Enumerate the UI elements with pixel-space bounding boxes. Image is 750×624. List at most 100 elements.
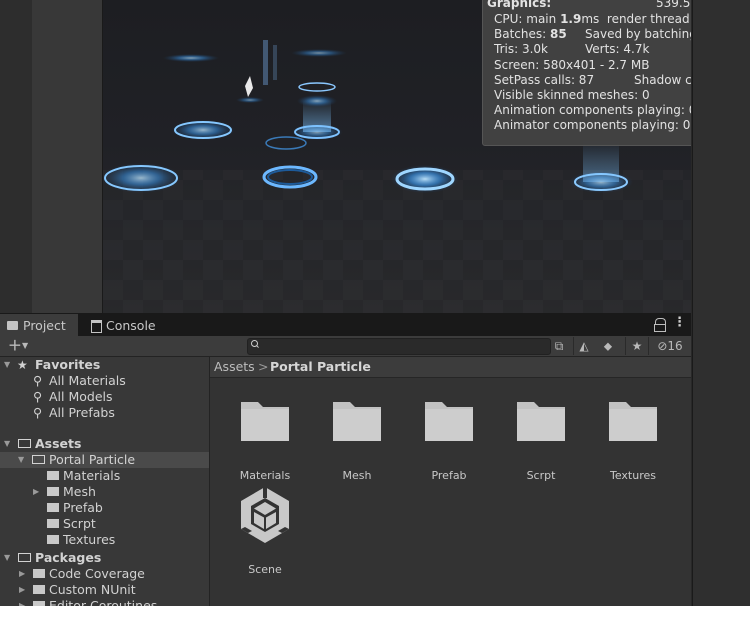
console-icon [91, 320, 102, 333]
tree-item-code-coverage[interactable]: ▶ Code Coverage [0, 566, 209, 582]
create-button[interactable]: +▼ [5, 337, 31, 355]
search-input[interactable] [247, 338, 551, 355]
left-panel-edge [0, 0, 32, 313]
project-tree: ▼ ★ Favorites ⚲ All Materials ⚲ All Mode… [0, 357, 210, 606]
right-panel [692, 0, 750, 606]
folder-icon [47, 487, 59, 496]
stats-title: Graphics: [487, 0, 552, 10]
expand-arrow-icon[interactable]: ▼ [18, 452, 24, 468]
batches-value: 85 [550, 27, 567, 41]
screen-info: Screen: 580x401 - 2.7 MB [494, 58, 650, 72]
folder-icon [47, 535, 59, 544]
tree-item-all-materials[interactable]: ⚲ All Materials [0, 373, 209, 389]
project-content: Assets > Portal Particle Materials Mesh … [210, 357, 691, 606]
tree-label: Textures [63, 532, 116, 547]
batches-prefix: Batches: [494, 27, 550, 41]
tree-item-all-models[interactable]: ⚲ All Models [0, 389, 209, 405]
shadow-casters: Shadow casters: 0 [634, 73, 691, 87]
tree-item-portal-particle[interactable]: ▼ Portal Particle [0, 452, 209, 468]
asset-label: Mesh [342, 469, 372, 482]
saved-batching: Saved by batching: 1 [585, 27, 691, 41]
fps-readout: 539.5 FPS (1.9ms) [656, 0, 691, 10]
filter-type-icon[interactable]: ◭ [573, 337, 594, 355]
expand-arrow-icon[interactable]: ▶ [33, 484, 39, 500]
search-by-type-icon[interactable]: ⧉ [551, 337, 567, 355]
tree-item-favorites[interactable]: ▼ ★ Favorites [0, 357, 209, 373]
folder-icon [47, 519, 59, 528]
expand-arrow-icon[interactable]: ▶ [19, 582, 25, 598]
cpu-main-value: 1.9 [560, 12, 582, 26]
tree-item-all-prefabs[interactable]: ⚲ All Prefabs [0, 405, 209, 421]
tree-label: All Materials [49, 373, 126, 388]
tab-project-label: Project [23, 318, 66, 333]
tree-label: Portal Particle [49, 452, 136, 467]
filter-label-icon[interactable]: ⬥ [598, 337, 618, 355]
asset-folder-materials[interactable]: Materials [229, 399, 301, 482]
breadcrumb-assets[interactable]: Assets [214, 357, 255, 377]
asset-label: Prefab [431, 469, 467, 482]
tree-item-custom-nunit[interactable]: ▶ Custom NUnit [0, 582, 209, 598]
tab-console-label: Console [106, 318, 156, 333]
favorite-star-icon[interactable]: ★ [625, 337, 649, 355]
tree-item-assets[interactable]: ▼ Assets [0, 436, 209, 452]
asset-scene[interactable]: Scene [229, 485, 301, 576]
tree-label: Editor Coroutines [49, 598, 158, 606]
batches-row: Batches: 85 [494, 27, 567, 42]
star-icon: ★ [17, 358, 28, 372]
search-icon: ⚲ [33, 389, 43, 404]
tree-label: Packages [35, 550, 102, 565]
asset-folder-mesh[interactable]: Mesh [321, 399, 393, 482]
tab-project[interactable]: Project [0, 314, 78, 336]
expand-arrow-icon[interactable]: ▶ [19, 598, 25, 606]
expand-arrow-icon[interactable]: ▼ [4, 550, 10, 566]
expand-arrow-icon[interactable]: ▼ [4, 436, 10, 452]
asset-folder-scrpt[interactable]: Scrpt [505, 399, 577, 482]
stats-overlay: Graphics: 539.5 FPS (1.9ms) CPU: main 1.… [482, 0, 691, 146]
folder-icon [33, 601, 45, 606]
tree-item-packages[interactable]: ▼ Packages [0, 550, 209, 566]
search-icon: ⚲ [33, 373, 43, 388]
asset-label: Textures [610, 469, 656, 482]
tree-label: All Models [49, 389, 113, 404]
tree-item-editor-coroutines[interactable]: ▶ Editor Coroutines [0, 598, 209, 606]
tree-item-materials[interactable]: Materials [0, 468, 209, 484]
open-folder-icon [32, 455, 45, 464]
expand-arrow-icon[interactable]: ▼ [4, 357, 10, 373]
tree-label: Prefab [63, 500, 103, 515]
tree-label: All Prefabs [49, 405, 115, 420]
asset-label: Materials [239, 469, 291, 482]
asset-folder-textures[interactable]: Textures [597, 399, 669, 482]
tree-label: Assets [35, 436, 82, 451]
unity-scene-icon [241, 487, 289, 543]
lock-body-icon [654, 324, 666, 332]
tree-item-textures[interactable]: Textures [0, 532, 209, 548]
asset-folder-prefab[interactable]: Prefab [413, 399, 485, 482]
folder-icon [33, 585, 45, 594]
tree-label: Favorites [35, 357, 101, 372]
tree-item-prefab[interactable]: Prefab [0, 500, 209, 516]
create-label: + [7, 335, 23, 356]
skinned-meshes: Visible skinned meshes: 0 [494, 88, 650, 102]
folder-icon [33, 569, 45, 578]
tree-label: Scrpt [63, 516, 96, 531]
folder-icon [333, 402, 381, 441]
kebab-menu-icon[interactable]: ⋮ [673, 315, 686, 330]
cpu-suffix: ms render thread 0.4ms [581, 12, 690, 26]
asset-label: Scene [248, 563, 282, 576]
asset-label: Scrpt [526, 469, 556, 482]
expand-arrow-icon[interactable]: ▶ [19, 566, 25, 582]
breadcrumb: Assets > Portal Particle [210, 357, 691, 378]
tab-console[interactable]: Console [84, 314, 164, 336]
project-toolbar: +▼ ⧉ ◭ ⬥ ★ ⊘16 [0, 336, 691, 357]
tree-label: Mesh [63, 484, 96, 499]
verts: Verts: 4.7k [585, 42, 650, 56]
project-panel: Project Console ⋮ +▼ ⧉ ◭ ⬥ ★ ⊘16 ▼ ★ Fav… [0, 313, 691, 606]
tree-item-mesh[interactable]: ▶ Mesh [0, 484, 209, 500]
tree-item-scrpt[interactable]: Scrpt [0, 516, 209, 532]
open-folder-icon [18, 553, 31, 562]
open-folder-icon [18, 439, 31, 448]
hidden-packages-button[interactable]: ⊘16 [652, 337, 688, 355]
game-view[interactable]: Graphics: 539.5 FPS (1.9ms) CPU: main 1.… [103, 0, 691, 313]
hidden-count: 16 [667, 339, 683, 353]
breadcrumb-current[interactable]: Portal Particle [270, 357, 371, 377]
